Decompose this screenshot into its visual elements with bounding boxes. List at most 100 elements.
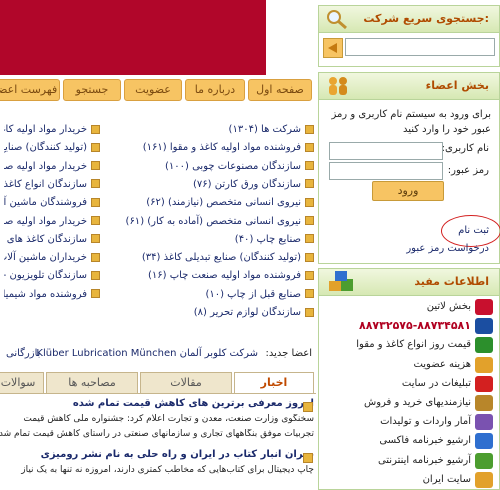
- category-item[interactable]: سازندگان تلویزیون - روک: [4, 268, 100, 284]
- category-item[interactable]: فروشنده مواد اولیه کاغذ و مقوا (۱۶۱): [143, 140, 314, 156]
- useful-item[interactable]: ارشیو خبرنامه فاکسی: [379, 431, 471, 451]
- bullet-icon: [91, 142, 100, 152]
- category-label: سازندگان کاغذ های ب: [4, 233, 87, 245]
- search-title-text: جستجوی سریع شرکت:: [363, 12, 489, 25]
- category-label: نیروی انسانی متخصص (نیازمند) (۶۲): [146, 197, 301, 209]
- nav-about[interactable]: درباره ما: [185, 79, 245, 101]
- category-item[interactable]: سازندگان ورق کارتن (۷۶): [193, 177, 314, 193]
- username-field[interactable]: [329, 142, 443, 160]
- category-item[interactable]: نیروی انسانی متخصص (نیازمند) (۶۲): [146, 195, 314, 211]
- free-icon: [475, 471, 493, 488]
- search-go-button[interactable]: [323, 38, 343, 58]
- bullet-icon: [91, 234, 100, 244]
- news-bullet-1: [303, 402, 313, 412]
- category-label: خریدار مواد اولیه صن: [4, 215, 87, 227]
- new-member-1[interactable]: شرکت کلوبر آلمان Klüber Lubrication Münc…: [36, 348, 258, 359]
- category-item[interactable]: فروشندگان ماشین آلا: [4, 195, 100, 211]
- nav-members-list[interactable]: فهرست اعضا: [0, 79, 60, 101]
- useful-info-panel: اطلاعات مفید بخش لاتین ۸۸۷۳۲۵۷۵-۸۸۷۳۴۵۸۱ ق…: [318, 268, 500, 490]
- category-item[interactable]: سازندگان مصنوعات چوبی (۱۰۰): [165, 159, 314, 175]
- category-label: فروشنده مواد شیمیا: [4, 288, 87, 300]
- members-title: بخش اعضاء: [319, 73, 499, 100]
- info-boxes-icon: [329, 271, 353, 291]
- news-2-body-1: چاپ دیجیتال برای کتاب‌هایی که مخاطب کمتر…: [21, 465, 314, 475]
- category-item[interactable]: صنایع چاپ (۴۰): [235, 232, 314, 248]
- new-member-2[interactable]: بازرگانی: [6, 348, 40, 359]
- category-label: فروشنده مواد اولیه کاغذ و مقوا (۱۶۱): [142, 142, 301, 154]
- category-label: خریدار مواد اولیه کاغذ: [4, 124, 87, 135]
- new-members-row: اعضا جدید: شرکت کلوبر آلمان Klüber Lubri…: [0, 346, 316, 362]
- news-1-title[interactable]: امروز معرفی برترین های کاهش قیمت تمام شد…: [73, 398, 314, 409]
- useful-item[interactable]: ۸۸۷۳۲۵۷۵-۸۸۷۳۴۵۸۱: [359, 316, 471, 336]
- useful-item[interactable]: قیمت روز انواع کاغذ و مقوا: [356, 335, 471, 355]
- useful-item[interactable]: آمار واردات و تولیدات: [380, 412, 471, 432]
- register-link[interactable]: ثبت نام: [458, 225, 489, 236]
- category-item[interactable]: سازندگان کاغذ های ب: [4, 232, 100, 248]
- useful-item-label: قیمت روز انواع کاغذ و مقوا: [356, 339, 471, 351]
- useful-item-label: نیازمندیهای خرید و فروش: [364, 397, 471, 408]
- useful-item-label: سایت ایران: [422, 473, 471, 485]
- useful-item[interactable]: بخش لاتین: [427, 297, 471, 317]
- category-label: فروشندگان ماشین آلا: [4, 197, 87, 209]
- bullet-icon: [91, 179, 100, 189]
- tab-interviews[interactable]: مصاحبه ها: [46, 372, 138, 394]
- category-item[interactable]: صنایع قبل از چاپ (۱۰): [205, 287, 314, 303]
- category-item[interactable]: سازندگان لوازم تحریر (۸): [194, 305, 314, 321]
- useful-item-label: آمار واردات و تولیدات: [380, 416, 471, 428]
- category-item[interactable]: فروشنده مواد اولیه صنعت چاپ (۱۶): [148, 268, 314, 284]
- category-item[interactable]: خریداران ماشین آلات: [4, 250, 100, 266]
- bullet-icon: [305, 270, 314, 280]
- nav-home[interactable]: صفحه اول: [248, 79, 312, 101]
- fax-icon: [475, 433, 493, 450]
- username-label: نام کاربری:: [441, 143, 489, 154]
- bullet-icon: [91, 197, 100, 207]
- target-icon: [475, 375, 493, 392]
- category-item[interactable]: (تولید کنندگان) صنایع: [4, 140, 100, 156]
- category-item[interactable]: نیروی انسانی متخصص (آماده به کار) (۶۱): [126, 214, 314, 230]
- tabs-divider: [0, 393, 316, 394]
- tab-questions[interactable]: سوالات: [0, 372, 44, 394]
- useful-item-label: ۸۸۷۳۲۵۷۵-۸۸۷۳۴۵۸۱: [359, 319, 471, 333]
- money-icon: [475, 356, 493, 373]
- chart-icon: [475, 414, 493, 431]
- category-label: سازندگان لوازم تحریر (۸): [193, 307, 301, 318]
- category-label: خریداران ماشین آلات: [4, 252, 87, 264]
- category-label: سازندگان تلویزیون - روک: [4, 270, 87, 282]
- bullet-icon: [91, 124, 100, 134]
- nav-search[interactable]: جستجو: [63, 79, 121, 101]
- main-nav: صفحه اول درباره ما عضویت جستجو فهرست اعض…: [0, 76, 316, 102]
- useful-title: اطلاعات مفید: [319, 269, 499, 296]
- bullet-icon: [305, 142, 314, 152]
- useful-item[interactable]: نیازمندیهای خرید و فروش: [364, 393, 471, 413]
- bullet-icon: [305, 252, 314, 262]
- search-input[interactable]: [345, 38, 495, 56]
- new-members-label: اعضا جدید:: [265, 348, 312, 359]
- password-field[interactable]: [329, 162, 443, 180]
- category-item[interactable]: (تولید کنندگان) صنایع تبدیلی کاغذ (۳۴): [142, 250, 314, 266]
- useful-item[interactable]: سایت ایران: [423, 470, 471, 490]
- useful-item[interactable]: تبلیغات در سایت: [402, 374, 471, 394]
- header-strip: [266, 0, 316, 75]
- category-item[interactable]: خریدار مواد اولیه کاغذ: [4, 122, 100, 138]
- tab-articles[interactable]: مقالات: [140, 372, 232, 394]
- bullet-icon: [305, 307, 314, 317]
- useful-item[interactable]: آرشیو خبرنامه اینترنتی: [378, 451, 471, 471]
- bullet-icon: [305, 179, 314, 189]
- category-item[interactable]: سازندگان انواع کاغذ و: [4, 177, 100, 193]
- login-button[interactable]: ورود: [372, 181, 444, 201]
- bullet-icon: [91, 289, 100, 299]
- category-item[interactable]: فروشنده مواد شیمیا: [4, 287, 100, 303]
- nav-membership[interactable]: عضویت: [124, 79, 182, 101]
- forgot-password-link[interactable]: درخواست رمز عبور: [406, 243, 489, 254]
- tab-news[interactable]: اخبار: [234, 372, 314, 393]
- news-2-title[interactable]: بحران انبار کتاب در ایران و راه حلی به ن…: [41, 449, 314, 460]
- category-item[interactable]: خریدار مواد اولیه صن: [4, 159, 100, 175]
- category-label: شرکت ها (۱۳۰۴): [228, 124, 301, 135]
- arrow-left-icon: [328, 43, 337, 53]
- category-item[interactable]: خریدار مواد اولیه صن: [4, 214, 100, 230]
- search-panel: جستجوی سریع شرکت:: [318, 5, 500, 67]
- useful-item[interactable]: هزینه عضویت: [413, 355, 471, 375]
- useful-item-label: ارشیو خبرنامه فاکسی: [379, 435, 471, 447]
- category-item[interactable]: شرکت ها (۱۳۰۴): [229, 122, 314, 138]
- news-bullet-2: [303, 453, 313, 463]
